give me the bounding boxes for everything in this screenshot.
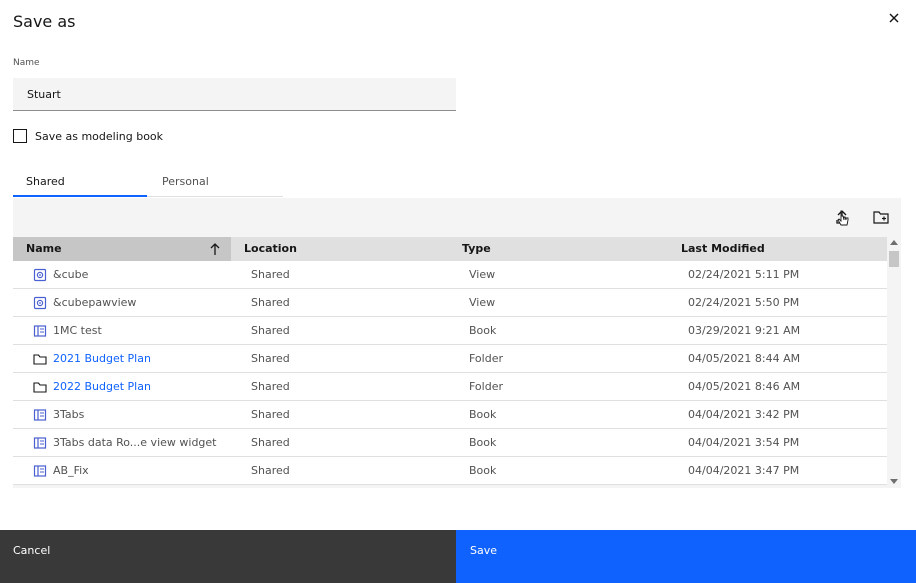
row-name: AB_Fix	[53, 464, 89, 477]
row-location: Shared	[251, 296, 290, 309]
row-name[interactable]: 2021 Budget Plan	[53, 345, 151, 372]
column-header-modified[interactable]: Last Modified	[681, 237, 765, 261]
row-modified: 04/04/2021 3:54 PM	[688, 436, 800, 449]
column-header-location[interactable]: Location	[244, 237, 297, 261]
column-header-type[interactable]: Type	[462, 237, 491, 261]
row-name: 3Tabs	[53, 408, 85, 421]
location-tabs: Shared Personal	[13, 170, 283, 197]
row-modified: 02/24/2021 5:50 PM	[688, 296, 800, 309]
cancel-button[interactable]: Cancel	[0, 530, 456, 583]
scroll-up-arrow-icon[interactable]	[890, 240, 898, 245]
tab-shared[interactable]: Shared	[13, 170, 147, 197]
row-name: 3Tabs data Ro...e view widget	[53, 436, 217, 449]
mouse-pointer-icon	[837, 210, 849, 226]
folder-icon	[33, 382, 47, 393]
folder-icon	[33, 354, 47, 365]
table-row[interactable]: 2021 Budget Plan Shared Folder 04/05/2021 8…	[13, 345, 887, 373]
scroll-thumb[interactable]	[889, 251, 899, 267]
save-button[interactable]: Save	[456, 530, 916, 583]
table-row[interactable]: &cube Shared View 02/24/2021 5:11 PM	[13, 261, 887, 289]
sort-ascending-icon[interactable]	[208, 242, 222, 256]
tab-personal[interactable]: Personal	[147, 170, 283, 197]
row-modified: 04/04/2021 3:47 PM	[688, 464, 800, 477]
close-icon[interactable]	[884, 8, 904, 28]
table-row[interactable]: 1MC test Shared Book 03/29/2021 9:21 AM	[13, 317, 887, 345]
book-icon	[33, 437, 47, 449]
table-row[interactable]: 2022 Budget Plan Shared Folder 04/05/2021 8…	[13, 373, 887, 401]
table-row[interactable]: &cubepawview Shared View 02/24/2021 5:50 PM	[13, 289, 887, 317]
dialog-title: Save as	[13, 12, 76, 31]
row-location: Shared	[251, 268, 290, 281]
row-modified: 04/05/2021 8:46 AM	[688, 380, 801, 393]
name-input[interactable]	[13, 78, 456, 111]
row-name: 1MC test	[53, 324, 102, 337]
row-modified: 02/24/2021 5:11 PM	[688, 268, 800, 281]
dialog-footer: Cancel Save	[0, 530, 916, 583]
book-icon	[33, 325, 47, 337]
save-as-dialog: Save as Name Save as modeling book Share…	[0, 0, 916, 583]
column-header-name[interactable]: Name	[13, 237, 231, 261]
row-type: Book	[469, 436, 497, 449]
book-icon	[33, 465, 47, 477]
modeling-book-checkbox-row[interactable]: Save as modeling book	[13, 129, 163, 143]
new-folder-icon[interactable]	[872, 208, 890, 226]
row-name: &cube	[53, 268, 89, 281]
row-modified: 03/29/2021 9:21 AM	[688, 324, 801, 337]
row-type: View	[469, 268, 496, 281]
row-type: Book	[469, 408, 497, 421]
row-modified: 04/05/2021 8:44 AM	[688, 352, 801, 365]
scroll-down-arrow-icon[interactable]	[890, 479, 898, 484]
column-header-name-label: Name	[26, 242, 62, 255]
file-browser-panel: Name Location Type Last Modified &cube Sh…	[13, 198, 901, 488]
row-type: Folder	[469, 352, 503, 365]
table-scrollbar[interactable]	[887, 237, 901, 488]
table-header: Name Location Type Last Modified	[13, 237, 887, 261]
row-location: Shared	[251, 464, 290, 477]
modeling-book-label[interactable]: Save as modeling book	[35, 130, 163, 143]
row-modified: 04/04/2021 3:42 PM	[688, 408, 800, 421]
table-body: &cube Shared View 02/24/2021 5:11 PM &cubepa…	[13, 261, 887, 486]
view-icon	[33, 296, 47, 310]
name-label: Name	[13, 58, 40, 68]
row-type: Book	[469, 464, 497, 477]
table-row[interactable]: 3Tabs data Ro...e view widget Shared Book 0…	[13, 429, 887, 457]
row-location: Shared	[251, 436, 290, 449]
view-icon	[33, 268, 47, 282]
table-row[interactable]: 3Tabs Shared Book 04/04/2021 3:42 PM	[13, 401, 887, 429]
row-location: Shared	[251, 408, 290, 421]
row-type: Book	[469, 324, 497, 337]
book-icon	[33, 409, 47, 421]
table-row[interactable]: AB_Fix Shared Book 04/04/2021 3:47 PM	[13, 457, 887, 485]
row-name[interactable]: 2022 Budget Plan	[53, 373, 151, 400]
row-location: Shared	[251, 324, 290, 337]
row-type: View	[469, 296, 496, 309]
row-name: &cubepawview	[53, 296, 137, 309]
modeling-book-checkbox[interactable]	[13, 129, 27, 143]
row-location: Shared	[251, 380, 290, 393]
row-type: Folder	[469, 380, 503, 393]
row-location: Shared	[251, 352, 290, 365]
